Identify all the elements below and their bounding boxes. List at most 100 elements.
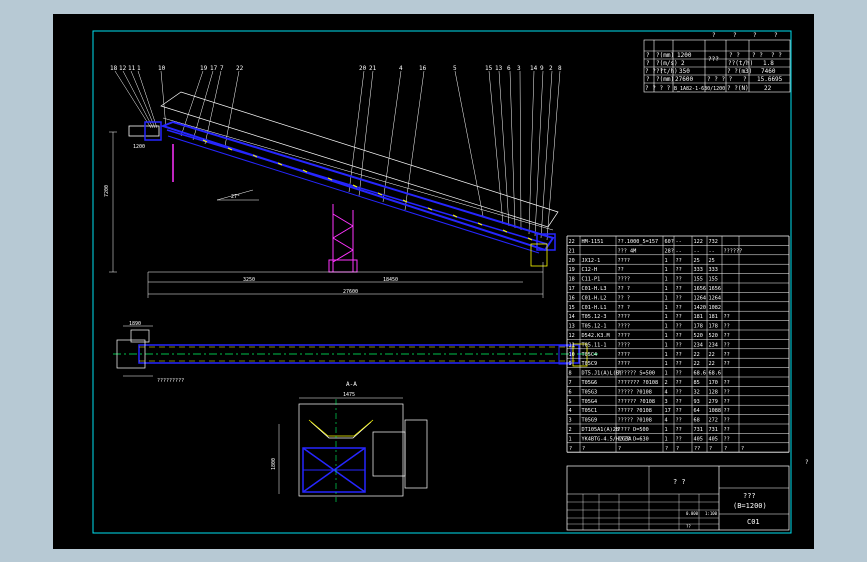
- drawing-title: ???: [743, 492, 756, 500]
- parts-cell-qty: 1: [665, 436, 668, 442]
- parts-cell-code: JX12-1: [582, 258, 601, 264]
- parts-cell-total: 279: [709, 399, 718, 405]
- support-tower: [328, 204, 358, 273]
- parts-cell-m1: ??: [676, 314, 682, 320]
- parts-cell-m1: --: [676, 248, 682, 254]
- parts-cell-m2: 22: [694, 361, 700, 367]
- parts-cell-m1: ??: [676, 436, 682, 442]
- parts-cell-total: 128: [709, 389, 718, 395]
- spec-cell: ? ?(N): [727, 85, 749, 92]
- parts-cell-no: 19: [569, 267, 575, 273]
- parts-header-cell: ?: [582, 446, 585, 452]
- callout-15: 15: [485, 65, 493, 72]
- parts-cell-note: ??: [724, 436, 730, 442]
- top-note-4: ?: [774, 32, 778, 39]
- parts-cell-total: 731: [709, 427, 718, 433]
- callout-5: 5: [453, 65, 457, 72]
- parts-header-cell: ?: [709, 446, 712, 452]
- parts-cell-m1: ??: [676, 305, 682, 311]
- parts-cell-m1: ??: [676, 408, 682, 414]
- parts-cell-m2: 181: [694, 314, 703, 320]
- parts-cell-name: ????: [618, 352, 631, 358]
- parts-cell-m2: 1420: [694, 305, 707, 311]
- dim-section-width: 1475: [343, 392, 355, 398]
- parts-cell-name: ??: [618, 267, 624, 273]
- spec-cell: B_1A82-1-630/1200: [674, 86, 725, 92]
- parts-cell-name: ????: [618, 342, 631, 348]
- drawing-sheet: ? ? ? ? ? ?(mm) 1200 ??? ? ? ? ? ? ? ? ?…: [92, 30, 809, 534]
- title-block-mid: ? ?: [673, 478, 686, 486]
- parts-cell-total: 22: [709, 352, 715, 358]
- parts-cell-total: 68.6: [709, 371, 722, 377]
- parts-cell-no: 8: [569, 371, 572, 377]
- parts-cell-no: 9: [569, 361, 572, 367]
- parts-cell-m1: ??: [676, 399, 682, 405]
- parts-cell-total: 1264: [709, 295, 722, 301]
- parts-cell-total: 333: [709, 267, 718, 273]
- parts-header-cell: ??: [694, 446, 700, 452]
- parts-cell-qty: 4: [665, 418, 668, 424]
- spec-cell: 1200: [677, 52, 692, 59]
- parts-cell-m1: ??: [676, 295, 682, 301]
- parts-cell-total: --: [709, 248, 715, 254]
- parts-cell-code: T05C1: [582, 408, 598, 414]
- parts-cell-total: 25: [709, 258, 715, 264]
- parts-cell-qty: 1: [665, 427, 668, 433]
- parts-cell-m1: ??: [676, 380, 682, 386]
- parts-cell-qty: 2: [665, 380, 668, 386]
- belt-upper-line: [162, 117, 554, 231]
- parts-cell-code: C01-H.L2: [582, 295, 607, 301]
- parts-cell-note: ??: [724, 361, 730, 367]
- parts-cell-m2: 405: [694, 436, 703, 442]
- parts-cell-name: ???? D=500: [618, 427, 649, 433]
- spec-cell: 350: [679, 68, 690, 75]
- parts-cell-name: ??.1000_5=157: [618, 239, 659, 245]
- dim-tail-offset: 1200: [133, 144, 145, 150]
- parts-cell-m2: 178: [694, 324, 703, 330]
- spec-cell: 7460: [761, 68, 776, 75]
- parts-cell-no: 18: [569, 277, 575, 283]
- parts-cell-note: ??: [724, 333, 730, 339]
- parts-cell-m2: 520: [694, 333, 703, 339]
- parts-cell-m2: 68.6: [694, 371, 707, 377]
- drawing-canvas[interactable]: ? ? ? ? ? ?(mm) 1200 ??? ? ? ? ? ? ? ? ?…: [53, 14, 814, 549]
- parts-cell-note: ??: [724, 342, 730, 348]
- title-small-1: 0.000: [686, 511, 699, 516]
- cad-viewport[interactable]: ? ? ? ? ? ?(mm) 1200 ??? ? ? ? ? ? ? ? ?…: [0, 0, 867, 562]
- callout-3: 3: [517, 65, 521, 72]
- parts-cell-qty: 1: [665, 361, 668, 367]
- parts-cell-code: T05G6: [582, 380, 598, 386]
- parts-cell-note: ??: [724, 408, 730, 414]
- parts-cell-m1: ??: [676, 267, 682, 273]
- callout-6: 6: [507, 65, 511, 72]
- spec-cell: ? ?(m3): [727, 68, 752, 75]
- parts-cell-m1: ??: [676, 361, 682, 367]
- spec-cell: ? ?: [752, 52, 763, 59]
- parts-cell-name: ?? ?: [618, 286, 631, 292]
- parts-cell-no: 7: [569, 380, 572, 386]
- parts-cell-code: C01-H.L1: [582, 305, 607, 311]
- parts-cell-note: ??: [724, 380, 730, 386]
- parts-cell-code: T05C9: [582, 361, 598, 367]
- parts-cell-no: 2: [569, 427, 572, 433]
- parts-cell-code: D542.K3.M: [582, 333, 610, 339]
- parts-cell-qty: 1: [665, 333, 668, 339]
- parts-cell-qty: 1: [665, 314, 668, 320]
- parts-cell-code: DT5.J1(A)L(B): [582, 371, 623, 377]
- parts-cell-code: T05.11-1: [582, 342, 607, 348]
- parts-cell-total: 22: [709, 361, 715, 367]
- parts-cell-no: 13: [569, 324, 575, 330]
- parts-cell-qty: 1: [665, 352, 668, 358]
- spec-cell: ??(t/h): [728, 60, 753, 67]
- callout-8: 8: [558, 65, 562, 72]
- spec-cell: ?(t/h): [656, 68, 678, 75]
- parts-cell-no: 16: [569, 295, 575, 301]
- parts-cell-no: 21: [569, 248, 575, 254]
- top-note-3: ?: [753, 32, 757, 39]
- parts-cell-qty: 1: [665, 286, 668, 292]
- parts-cell-m2: 64: [694, 408, 700, 414]
- dim-overall-length: 27600: [343, 289, 358, 295]
- parts-cell-name: ????: [618, 361, 631, 367]
- parts-header-cell: ?: [665, 446, 668, 452]
- spec-cell: ?(mm): [656, 76, 674, 83]
